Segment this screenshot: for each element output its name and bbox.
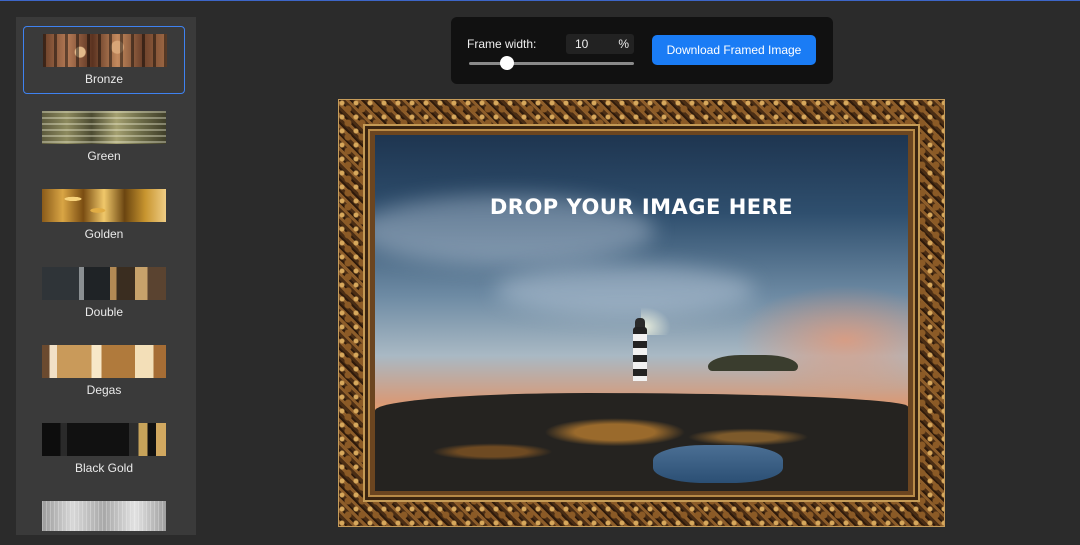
slider-thumb[interactable] — [499, 56, 514, 70]
frame-controls-panel: Frame width: 10 % Download Framed Image — [451, 17, 833, 84]
frame-option-black-gold[interactable]: Black Gold — [23, 416, 185, 484]
tide-pool — [653, 445, 783, 483]
frame-option-degas[interactable]: Degas — [23, 338, 185, 406]
cloud-streak — [495, 265, 755, 315]
rocky-shore — [375, 393, 908, 491]
lighthouse — [633, 327, 647, 381]
degas-frame-swatch — [42, 345, 166, 378]
frame-option-green[interactable]: Green — [23, 104, 185, 172]
bronze-frame-swatch — [43, 34, 167, 67]
golden-frame-swatch — [42, 189, 166, 222]
download-framed-image-button[interactable]: Download Framed Image — [652, 35, 816, 65]
frame-option-label: Double — [84, 305, 124, 319]
frame-width-label: Frame width: — [467, 37, 537, 51]
silver-frame-swatch — [42, 501, 166, 531]
green-frame-swatch — [42, 111, 166, 144]
frame-option-label: Bronze — [84, 72, 124, 86]
frame-style-sidebar[interactable]: Bronze Green Golden Double Degas Black G… — [16, 17, 196, 535]
frame-option-golden[interactable]: Golden — [23, 182, 185, 250]
sunset-glow — [735, 285, 908, 395]
frame-width-unit: % — [618, 37, 629, 51]
frame-option-label: Golden — [84, 227, 124, 241]
double-frame-swatch — [42, 267, 166, 300]
top-accent-line — [0, 0, 1080, 1]
frame-option-label: Black Gold — [74, 461, 134, 475]
island-silhouette — [708, 355, 798, 371]
frame-option-label: Degas — [86, 383, 122, 397]
frame-option-bronze[interactable]: Bronze — [23, 26, 185, 94]
black-gold-frame-swatch — [42, 423, 166, 456]
picture-frame: DROP YOUR IMAGE HERE — [338, 99, 945, 527]
image-drop-zone[interactable]: DROP YOUR IMAGE HERE — [375, 135, 908, 491]
frame-width-slider[interactable] — [469, 56, 634, 70]
frame-option-label: Green — [87, 149, 121, 163]
drop-image-prompt: DROP YOUR IMAGE HERE — [489, 195, 794, 219]
frame-option-silver[interactable] — [23, 494, 185, 535]
frame-option-double[interactable]: Double — [23, 260, 185, 328]
frame-width-input[interactable]: 10 % — [566, 34, 634, 54]
frame-width-value: 10 — [575, 37, 589, 51]
